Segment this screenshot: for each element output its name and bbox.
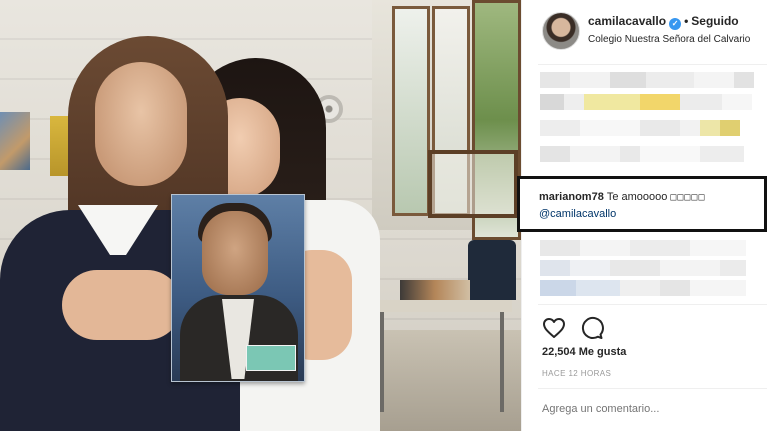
header-divider <box>538 64 767 65</box>
magazine-sticker <box>246 345 296 371</box>
blurred-comment <box>540 120 740 136</box>
school-desk <box>372 300 512 312</box>
verified-badge-icon: ✓ <box>669 18 682 30</box>
separator-dot: • <box>684 14 689 28</box>
location-link[interactable]: Colegio Nuestra Señora del Calvario <box>588 34 750 45</box>
comment-username-link[interactable]: marianom78 <box>539 191 604 203</box>
highlighted-comment: marianom78 Te amooooo □□□□□ @camilacavallo <box>517 176 767 232</box>
post-actions <box>542 316 604 340</box>
blurred-comment <box>540 146 744 162</box>
wall-poster <box>0 112 30 170</box>
classroom-window <box>372 0 521 240</box>
likes-count[interactable]: 22,504 Me gusta <box>542 346 626 358</box>
blurred-comment <box>540 260 746 276</box>
blurred-comment <box>540 72 754 88</box>
classroom-floor <box>360 330 521 431</box>
girl-left-face <box>95 62 187 186</box>
chair <box>468 240 516 300</box>
comment-emoji: □□□□□ <box>670 192 706 203</box>
add-comment-input[interactable] <box>542 403 752 415</box>
blurred-comment <box>540 94 752 110</box>
actions-divider <box>538 304 767 305</box>
post-header: camilacavallo ✓ • Seguido Colegio Nuestra S… <box>522 0 767 64</box>
comment-text: Te amooooo <box>606 191 668 203</box>
post-timestamp: HACE 12 HORAS <box>542 369 612 378</box>
follow-status-button[interactable]: Seguido <box>691 14 738 28</box>
username-link[interactable]: camilacavallo <box>588 14 666 28</box>
blurred-comment <box>540 240 746 256</box>
comment-divider <box>538 388 767 389</box>
magazine-face <box>202 211 268 295</box>
heart-icon[interactable] <box>542 316 566 340</box>
blurred-comment <box>540 280 746 296</box>
books <box>400 280 470 302</box>
magazine-cover <box>171 194 305 382</box>
post-photo[interactable] <box>0 0 521 431</box>
mention-link[interactable]: @camilacavallo <box>539 208 616 220</box>
comment-bubble-icon[interactable] <box>580 316 604 340</box>
hand <box>62 270 182 340</box>
avatar[interactable] <box>542 12 580 50</box>
